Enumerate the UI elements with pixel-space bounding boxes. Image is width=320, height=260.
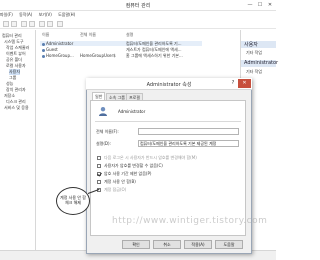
user-name-cell: Guest — [42, 47, 58, 52]
minimize-button[interactable]: — — [246, 2, 254, 8]
help-icon[interactable] — [57, 21, 63, 27]
help-button[interactable]: 도움말 — [215, 240, 243, 249]
watermark: http://www.wintiger.tistory.com — [112, 216, 268, 226]
show-hide-tree-icon[interactable] — [29, 21, 35, 27]
tab-general[interactable]: 일반 — [92, 92, 106, 100]
actions-more-users[interactable]: 기타 작업 — [246, 50, 262, 56]
annotation-text: 계정 사용 안 함 체크 해제 — [60, 195, 86, 205]
cancel-button[interactable]: 취소 — [153, 240, 181, 249]
full-name-label: 전체 이름(F): — [96, 129, 119, 134]
description-field[interactable]: 컴퓨터/도메인을 관리하도록 기본 제공된 계정 — [138, 140, 239, 147]
console-tree: 컴퓨터 관리 시스템 도구 작업 스케줄러 이벤트 뷰어 공유 폴더 로컬 사용… — [0, 30, 36, 250]
user-name-cell: HomeGroup... — [42, 53, 74, 58]
actions-more-administrator[interactable]: 기타 작업 — [246, 69, 262, 75]
user-icon — [42, 54, 45, 58]
list-header: 이름 전체 이름 설명 — [40, 32, 202, 38]
apply-button[interactable]: 적용(A) — [184, 240, 212, 249]
tab-member-of[interactable]: 소속 그룹 — [106, 93, 128, 100]
menu-file[interactable]: 파일(F) — [0, 12, 13, 17]
account-disabled-label: 계정 사용 안 함(B) — [104, 179, 136, 184]
tree-item-services-apps[interactable]: 서비스 및 응용 — [4, 105, 29, 111]
description-label: 설명(D): — [96, 141, 111, 146]
menu-view[interactable]: 보기(V) — [39, 12, 52, 17]
cannot-change-password-checkbox[interactable] — [97, 164, 101, 168]
table-row[interactable]: HomeGroup... HomeGroupUser$ 홈 그룹에 액세스하기 … — [40, 53, 202, 58]
user-icon — [42, 42, 45, 46]
dialog-username: Administrator — [118, 109, 146, 114]
user-name-cell: Administrator — [42, 41, 73, 46]
dialog-close-button[interactable]: ✕ — [238, 79, 251, 88]
dialog-help-button[interactable]: ? — [229, 80, 237, 87]
up-folder-icon[interactable] — [21, 21, 27, 27]
ok-button[interactable]: 확인 — [122, 240, 150, 249]
tab-profile[interactable]: 프로필 — [126, 93, 144, 100]
column-description[interactable]: 설명 — [126, 32, 133, 38]
cannot-change-password-label: 사용자가 암호를 변경할 수 없음(C) — [104, 163, 163, 168]
export-list-icon[interactable] — [47, 21, 53, 27]
column-name[interactable]: 이름 — [42, 32, 49, 38]
must-change-password-label: 다음 로그온 시 사용자가 반드시 암호를 변경해야 함(M) — [104, 155, 197, 160]
forward-icon[interactable] — [11, 21, 17, 27]
window-title: 컴퓨터 관리 — [125, 3, 151, 9]
full-name-cell: HomeGroupUser$ — [80, 53, 116, 58]
description-cell: 홈 그룹에 액세스하기 위한 기본... — [126, 53, 183, 58]
menu-bar: 파일(F) 동작(A) 보기(V) 도움말(H) — [0, 12, 276, 19]
full-name-field[interactable] — [138, 128, 239, 135]
close-window-button[interactable]: ✕ — [266, 2, 274, 8]
account-locked-label: 계정 잠금(O) — [104, 187, 127, 192]
password-never-expires-checkbox[interactable] — [97, 172, 101, 176]
account-disabled-checkbox[interactable] — [97, 180, 101, 184]
must-change-password-checkbox[interactable] — [97, 156, 101, 160]
column-full-name[interactable]: 전체 이름 — [80, 32, 96, 38]
menu-help[interactable]: 도움말(H) — [58, 12, 75, 17]
user-icon — [42, 48, 45, 52]
table-row[interactable]: Guest 게스트가 컴퓨터/도메인에 액세... — [40, 47, 202, 52]
password-never-expires-label: 암호 사용 기간 제한 없음(P) — [104, 171, 152, 176]
user-avatar-icon — [99, 107, 107, 116]
maximize-button[interactable]: ☐ — [256, 2, 264, 8]
dialog-title: Administrator 속성 — [146, 82, 192, 88]
menu-action[interactable]: 동작(A) — [19, 12, 32, 17]
divider — [95, 121, 241, 122]
back-icon[interactable] — [3, 21, 9, 27]
refresh-icon[interactable] — [39, 21, 45, 27]
actions-header-administrator[interactable]: Administrator — [241, 60, 278, 67]
table-row[interactable]: Administrator 컴퓨터/도메인을 관리하도록 기... — [40, 41, 202, 46]
actions-header-users[interactable]: 사용자 — [241, 41, 276, 48]
